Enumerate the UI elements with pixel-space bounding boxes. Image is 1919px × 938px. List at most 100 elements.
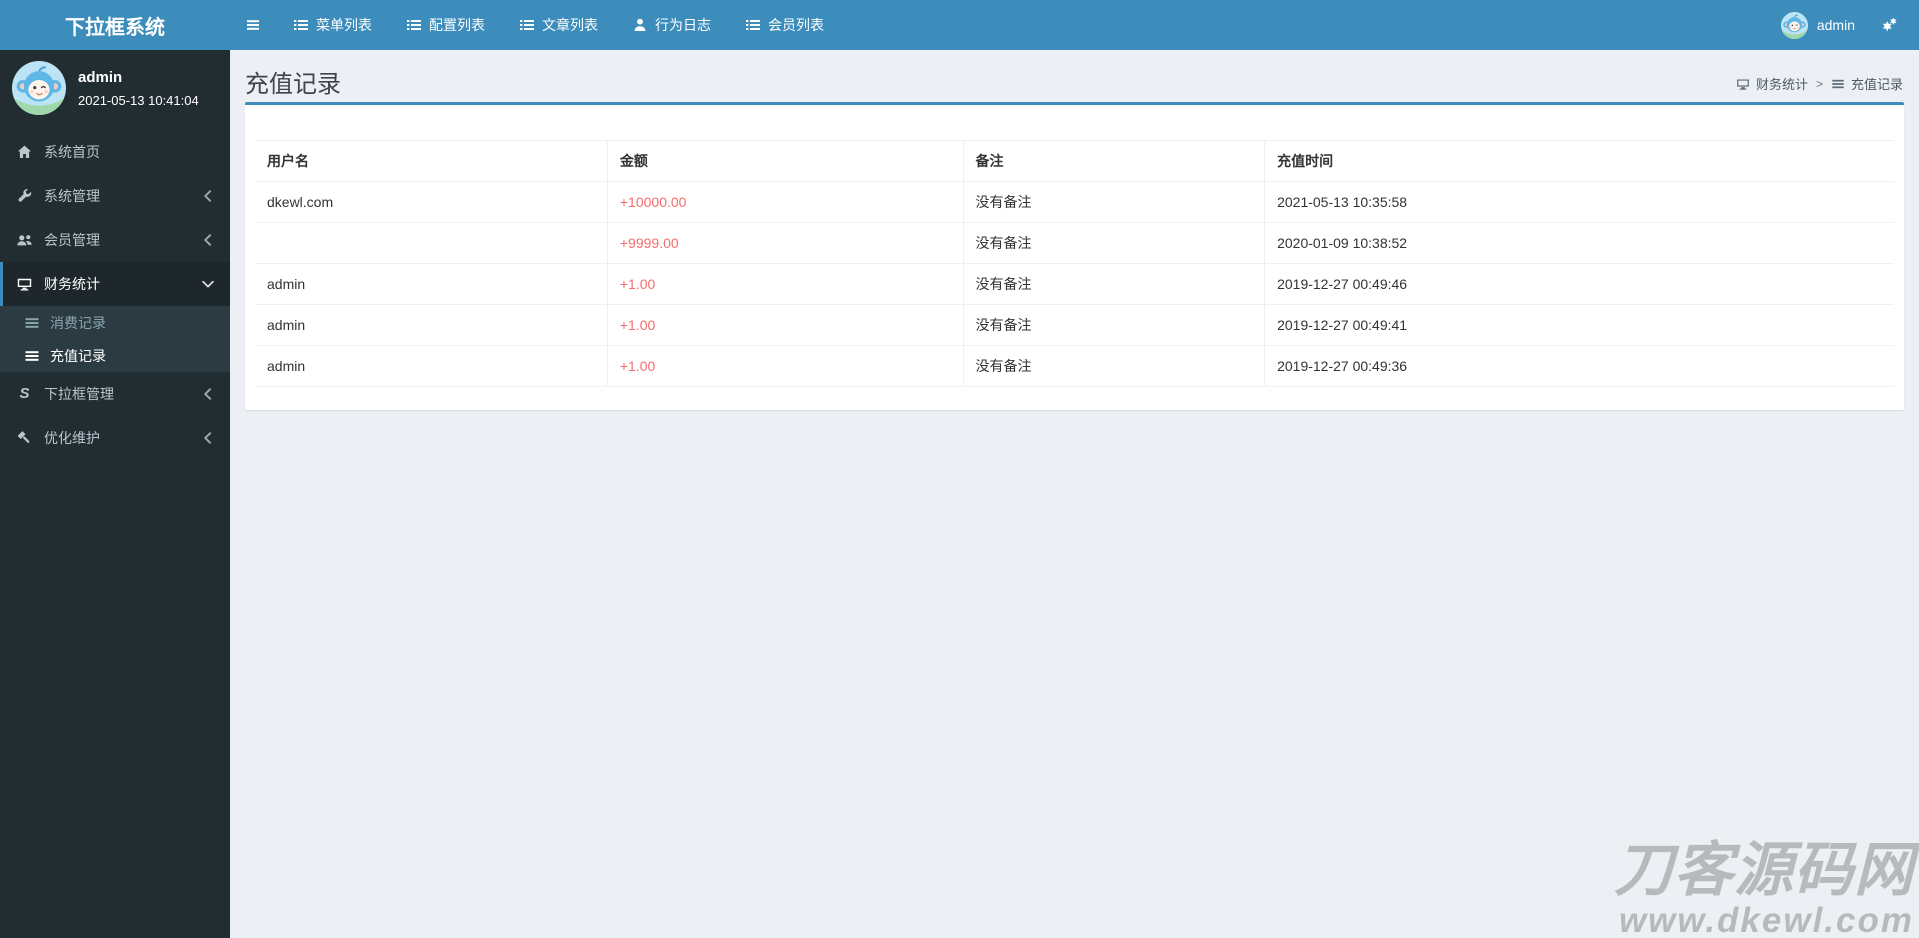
column-header-username: 用户名 bbox=[255, 140, 608, 182]
sidebar-item-system-manage[interactable]: 系统管理 bbox=[0, 174, 230, 218]
sidebar-submenu-finance: 消费记录 充值记录 bbox=[0, 306, 230, 372]
sidebar-item-home[interactable]: 系统首页 bbox=[0, 130, 230, 174]
cell-amount: +1.00 bbox=[607, 263, 964, 305]
app-title: 下拉框系统 bbox=[65, 16, 165, 39]
sidebar-item-label: 充值记录 bbox=[50, 347, 106, 364]
list-icon bbox=[293, 17, 309, 33]
settings-button[interactable] bbox=[1865, 0, 1905, 50]
cell-note: 没有备注 bbox=[963, 222, 1266, 264]
nav-item-action-log[interactable]: 行为日志 bbox=[615, 0, 728, 50]
sidebar-user-panel: admin 2021-05-13 10:41:04 bbox=[0, 50, 230, 126]
cell-note: 没有备注 bbox=[963, 181, 1266, 223]
sidebar-item-optimize-maintain[interactable]: 优化维护 bbox=[0, 416, 230, 460]
cell-time: 2019-12-27 00:49:46 bbox=[1264, 263, 1894, 305]
app-logo[interactable]: 下拉框系统 bbox=[0, 0, 230, 50]
sidebar-item-label: 系统首页 bbox=[44, 144, 100, 160]
top-navbar: 菜单列表 配置列表 文章列表 行为日志 会员列表 admin bbox=[230, 0, 1919, 50]
cell-amount: +1.00 bbox=[607, 345, 964, 387]
nav-item-config-list[interactable]: 配置列表 bbox=[389, 0, 502, 50]
list-icon bbox=[745, 17, 761, 33]
cell-username: dkewl.com bbox=[255, 181, 608, 223]
cell-username bbox=[255, 222, 608, 264]
recharge-table: 用户名 金额 备注 充值时间 dkewl.com +10000.00 没有备注 … bbox=[255, 140, 1894, 387]
column-header-note: 备注 bbox=[963, 140, 1266, 182]
lines-icon bbox=[24, 348, 40, 364]
watermark-url: www.dkewl.com bbox=[1618, 901, 1914, 938]
chevron-left-icon bbox=[200, 232, 216, 248]
breadcrumb-recharge-records: 充值记录 bbox=[1831, 74, 1903, 93]
table-row: admin +1.00 没有备注 2019-12-27 00:49:41 bbox=[255, 304, 1894, 346]
sidebar: admin 2021-05-13 10:41:04 系统首页 系统管理 会员管理… bbox=[0, 50, 230, 938]
cell-time: 2019-12-27 00:49:36 bbox=[1264, 345, 1894, 387]
nav-item-label: 菜单列表 bbox=[316, 17, 372, 33]
cell-note: 没有备注 bbox=[963, 263, 1266, 305]
top-header: 下拉框系统 菜单列表 配置列表 文章列表 行为日志 会员列表 admin bbox=[0, 0, 1919, 50]
cell-username: admin bbox=[255, 263, 608, 305]
breadcrumb-separator: > bbox=[1815, 76, 1823, 91]
cell-amount: +1.00 bbox=[607, 304, 964, 346]
sidebar-item-dropdown-manage[interactable]: S 下拉框管理 bbox=[0, 372, 230, 416]
navbar-menu: 菜单列表 配置列表 文章列表 行为日志 会员列表 bbox=[276, 0, 841, 50]
content-header: 充值记录 财务统计 > 充值记录 bbox=[230, 50, 1919, 102]
users-icon bbox=[15, 232, 34, 248]
user-name: admin bbox=[1816, 17, 1855, 33]
chevron-down-icon bbox=[200, 276, 216, 292]
cell-time: 2020-01-09 10:38:52 bbox=[1264, 222, 1894, 264]
chevron-left-icon bbox=[200, 430, 216, 446]
user-avatar bbox=[1780, 11, 1808, 39]
hamburger-icon bbox=[245, 17, 261, 33]
watermark-name: 刀客源码网 bbox=[1613, 837, 1914, 903]
column-header-time: 充值时间 bbox=[1264, 140, 1894, 182]
cogs-icon bbox=[1881, 17, 1897, 33]
breadcrumb: 财务统计 > 充值记录 bbox=[1736, 74, 1903, 93]
sidebar-user-avatar bbox=[12, 61, 66, 115]
desktop-icon bbox=[1736, 77, 1750, 91]
wrench-icon bbox=[15, 188, 34, 204]
gavel-icon bbox=[15, 430, 34, 446]
list-icon bbox=[519, 17, 535, 33]
nav-item-menu-list[interactable]: 菜单列表 bbox=[276, 0, 389, 50]
main-content: 充值记录 财务统计 > 充值记录 用户名 金额 备注 充值时间 dkewl.co… bbox=[230, 50, 1919, 938]
user-menu[interactable]: admin bbox=[1771, 0, 1865, 50]
site-watermark: 刀客源码网 www.dkewl.com bbox=[1614, 841, 1914, 938]
cell-time: 2021-05-13 10:35:58 bbox=[1264, 181, 1894, 223]
sidebar-login-time: 2021-05-13 10:41:04 bbox=[78, 92, 199, 108]
lines-icon bbox=[1831, 77, 1845, 91]
sidebar-user-name: admin bbox=[78, 68, 123, 86]
cell-amount: +9999.00 bbox=[607, 222, 964, 264]
sidebar-item-label: 系统管理 bbox=[44, 188, 100, 204]
sidebar-item-finance-stats[interactable]: 财务统计 bbox=[0, 262, 230, 306]
cell-time: 2019-12-27 00:49:41 bbox=[1264, 304, 1894, 346]
sidebar-item-consume-records[interactable]: 消费记录 bbox=[0, 306, 230, 339]
column-header-amount: 金额 bbox=[607, 140, 964, 182]
cell-username: admin bbox=[255, 304, 608, 346]
sidebar-item-label: 优化维护 bbox=[44, 430, 100, 446]
breadcrumb-finance-stats[interactable]: 财务统计 bbox=[1736, 74, 1808, 93]
list-icon bbox=[406, 17, 422, 33]
table-row: admin +1.00 没有备注 2019-12-27 00:49:36 bbox=[255, 345, 1894, 387]
table-row: admin +1.00 没有备注 2019-12-27 00:49:46 bbox=[255, 263, 1894, 305]
cell-note: 没有备注 bbox=[963, 345, 1266, 387]
home-icon bbox=[15, 144, 34, 160]
sidebar-item-member-manage[interactable]: 会员管理 bbox=[0, 218, 230, 262]
person-icon bbox=[632, 17, 648, 33]
nav-item-member-list[interactable]: 会员列表 bbox=[728, 0, 841, 50]
navbar-right: admin bbox=[1771, 0, 1919, 50]
sidebar-menu: 系统首页 系统管理 会员管理 财务统计 消费记录 充值记录 S 下拉框管理 优化… bbox=[0, 130, 230, 460]
sidebar-toggle-button[interactable] bbox=[230, 0, 276, 50]
breadcrumb-label: 充值记录 bbox=[1850, 77, 1903, 92]
chevron-left-icon bbox=[200, 188, 216, 204]
cell-username: admin bbox=[255, 345, 608, 387]
nav-item-label: 文章列表 bbox=[542, 17, 598, 33]
cell-note: 没有备注 bbox=[963, 304, 1266, 346]
table-row: +9999.00 没有备注 2020-01-09 10:38:52 bbox=[255, 222, 1894, 264]
breadcrumb-label: 财务统计 bbox=[1755, 77, 1808, 92]
nav-item-article-list[interactable]: 文章列表 bbox=[502, 0, 615, 50]
cell-amount: +10000.00 bbox=[607, 181, 964, 223]
s-icon: S bbox=[19, 385, 30, 402]
nav-item-label: 配置列表 bbox=[429, 17, 485, 33]
table-header-row: 用户名 金额 备注 充值时间 bbox=[255, 140, 1894, 182]
sidebar-item-label: 会员管理 bbox=[44, 232, 100, 248]
chevron-left-icon bbox=[200, 386, 216, 402]
sidebar-item-recharge-records[interactable]: 充值记录 bbox=[0, 339, 230, 372]
